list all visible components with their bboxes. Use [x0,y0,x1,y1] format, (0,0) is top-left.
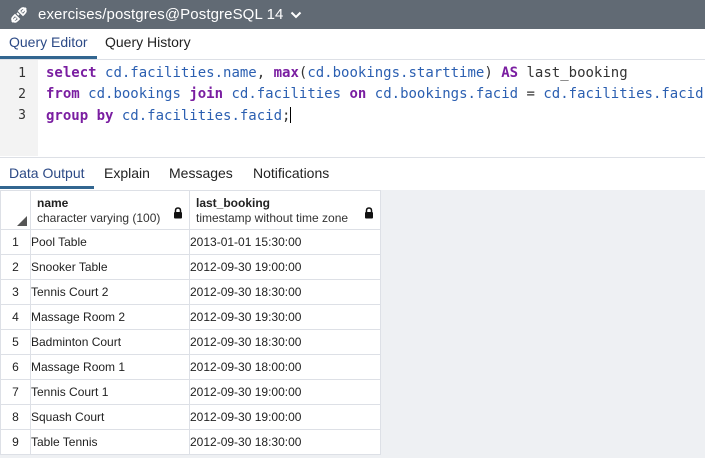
tab-data-output[interactable]: Data Output [0,158,94,189]
code-line[interactable]: group by cd.facilities.facid; [46,107,292,124]
cell-name[interactable]: Badminton Court [30,329,190,355]
code-line[interactable]: select cd.facilities.name, max(cd.bookin… [46,65,628,81]
table-row[interactable]: 7 Tennis Court 1 2012-09-30 19:00:00 [0,379,381,405]
sql-keyword: join [189,86,224,102]
column-name: last_booking [196,196,271,210]
row-number[interactable]: 6 [0,354,31,380]
code-line[interactable]: from cd.bookings join cd.facilities on c… [46,86,704,102]
column-header-last-booking[interactable]: last_booking timestamp without time zone [189,190,381,230]
sql-keyword: select [46,65,97,81]
text-cursor [290,107,292,123]
sql-keyword: max [273,65,299,81]
sql-identifier: cd.facilities.facid [121,108,283,124]
cell-last-booking[interactable]: 2013-01-01 15:30:00 [189,229,381,255]
table-row[interactable]: 5 Badminton Court 2012-09-30 18:30:00 [0,329,381,355]
cell-last-booking[interactable]: 2012-09-30 18:00:00 [189,354,381,380]
tab-query-history[interactable]: Query History [96,29,200,59]
sql-identifier: cd.bookings.facid [374,86,519,102]
sql-keyword: from [46,86,80,102]
editor-tabs: Query Editor Query History [0,29,705,60]
sql-identifier: cd.facilities [231,86,342,102]
table-row[interactable]: 2 Snooker Table 2012-09-30 19:00:00 [0,254,381,280]
row-number[interactable]: 5 [0,329,31,355]
line-number: 1 [18,66,26,81]
cell-name[interactable]: Snooker Table [30,254,190,280]
row-number[interactable]: 1 [0,229,31,255]
tab-label: Query Editor [9,34,88,50]
tab-explain[interactable]: Explain [95,158,159,189]
line-number-gutter: 1 2 3 [0,60,38,156]
column-type: timestamp without time zone [196,211,349,225]
cell-name[interactable]: Squash Court [30,404,190,430]
connection-icon[interactable] [0,0,38,29]
column-type: character varying (100) [37,211,161,225]
cell-name[interactable]: Tennis Court 1 [30,379,190,405]
output-tabs: Data Output Explain Messages Notificatio… [0,157,705,191]
cell-last-booking[interactable]: 2012-09-30 19:00:00 [189,379,381,405]
row-number[interactable]: 2 [0,254,31,280]
sql-text: last_booking [518,65,628,81]
tab-messages[interactable]: Messages [160,158,242,189]
sql-text: = [518,86,544,102]
row-number[interactable]: 3 [0,279,31,305]
cell-last-booking[interactable]: 2012-09-30 18:30:00 [189,429,381,455]
tab-notifications[interactable]: Notifications [244,158,338,189]
cell-last-booking[interactable]: 2012-09-30 19:30:00 [189,304,381,330]
tab-label: Data Output [9,165,85,181]
table-row[interactable]: 3 Tennis Court 2 2012-09-30 18:30:00 [0,279,381,305]
tab-label: Explain [104,165,150,181]
column-header-name[interactable]: name character varying (100) [30,190,190,230]
row-number[interactable]: 4 [0,304,31,330]
table-row[interactable]: 8 Squash Court 2012-09-30 19:00:00 [0,404,381,430]
cell-name[interactable]: Table Tennis [30,429,190,455]
sql-keyword: group by [46,108,114,124]
row-number[interactable]: 8 [0,404,31,430]
line-number: 2 [18,87,26,102]
chevron-down-icon[interactable] [290,10,302,20]
table-row[interactable]: 1 Pool Table 2013-01-01 15:30:00 [0,229,381,255]
connection-title[interactable]: exercises/postgres@PostgreSQL 14 [38,6,284,23]
cell-name[interactable]: Pool Table [30,229,190,255]
lock-icon [364,207,374,222]
select-all-corner[interactable] [0,190,31,230]
sql-identifier: cd.bookings.starttime [307,65,485,81]
sql-identifier: cd.facilities.name [105,65,257,81]
sql-text: ; [282,108,291,124]
line-number: 3 [18,108,26,123]
sql-identifier: cd.facilities.facid [543,86,704,102]
tab-label: Notifications [253,165,330,181]
title-bar: exercises/postgres@PostgreSQL 14 [0,0,705,29]
tab-label: Query History [105,34,191,50]
sql-text: ) [484,65,502,81]
sql-keyword: on [349,86,367,102]
cell-name[interactable]: Massage Room 1 [30,354,190,380]
cell-last-booking[interactable]: 2012-09-30 19:00:00 [189,254,381,280]
table-row[interactable]: 9 Table Tennis 2012-09-30 18:30:00 [0,429,381,455]
sql-editor[interactable]: 1 2 3 select cd.facilities.name, max(cd.… [0,60,705,156]
sql-keyword: AS [501,65,519,81]
table-row[interactable]: 4 Massage Room 2 2012-09-30 19:30:00 [0,304,381,330]
cell-name[interactable]: Massage Room 2 [30,304,190,330]
row-number[interactable]: 9 [0,429,31,455]
cell-last-booking[interactable]: 2012-09-30 18:30:00 [189,329,381,355]
table-row[interactable]: 6 Massage Room 1 2012-09-30 18:00:00 [0,354,381,380]
cell-last-booking[interactable]: 2012-09-30 18:30:00 [189,279,381,305]
sql-identifier: cd.bookings [88,86,181,102]
tab-query-editor[interactable]: Query Editor [0,29,97,59]
column-name: name [37,196,69,210]
corner-triangle-icon [17,216,27,226]
tab-label: Messages [169,165,233,181]
cell-name[interactable]: Tennis Court 2 [30,279,190,305]
sql-text: , [256,65,274,81]
data-output-grid: name character varying (100) last_bookin… [0,190,705,458]
result-table: name character varying (100) last_bookin… [0,190,381,455]
cell-last-booking[interactable]: 2012-09-30 19:00:00 [189,404,381,430]
lock-icon [173,207,183,222]
row-number[interactable]: 7 [0,379,31,405]
